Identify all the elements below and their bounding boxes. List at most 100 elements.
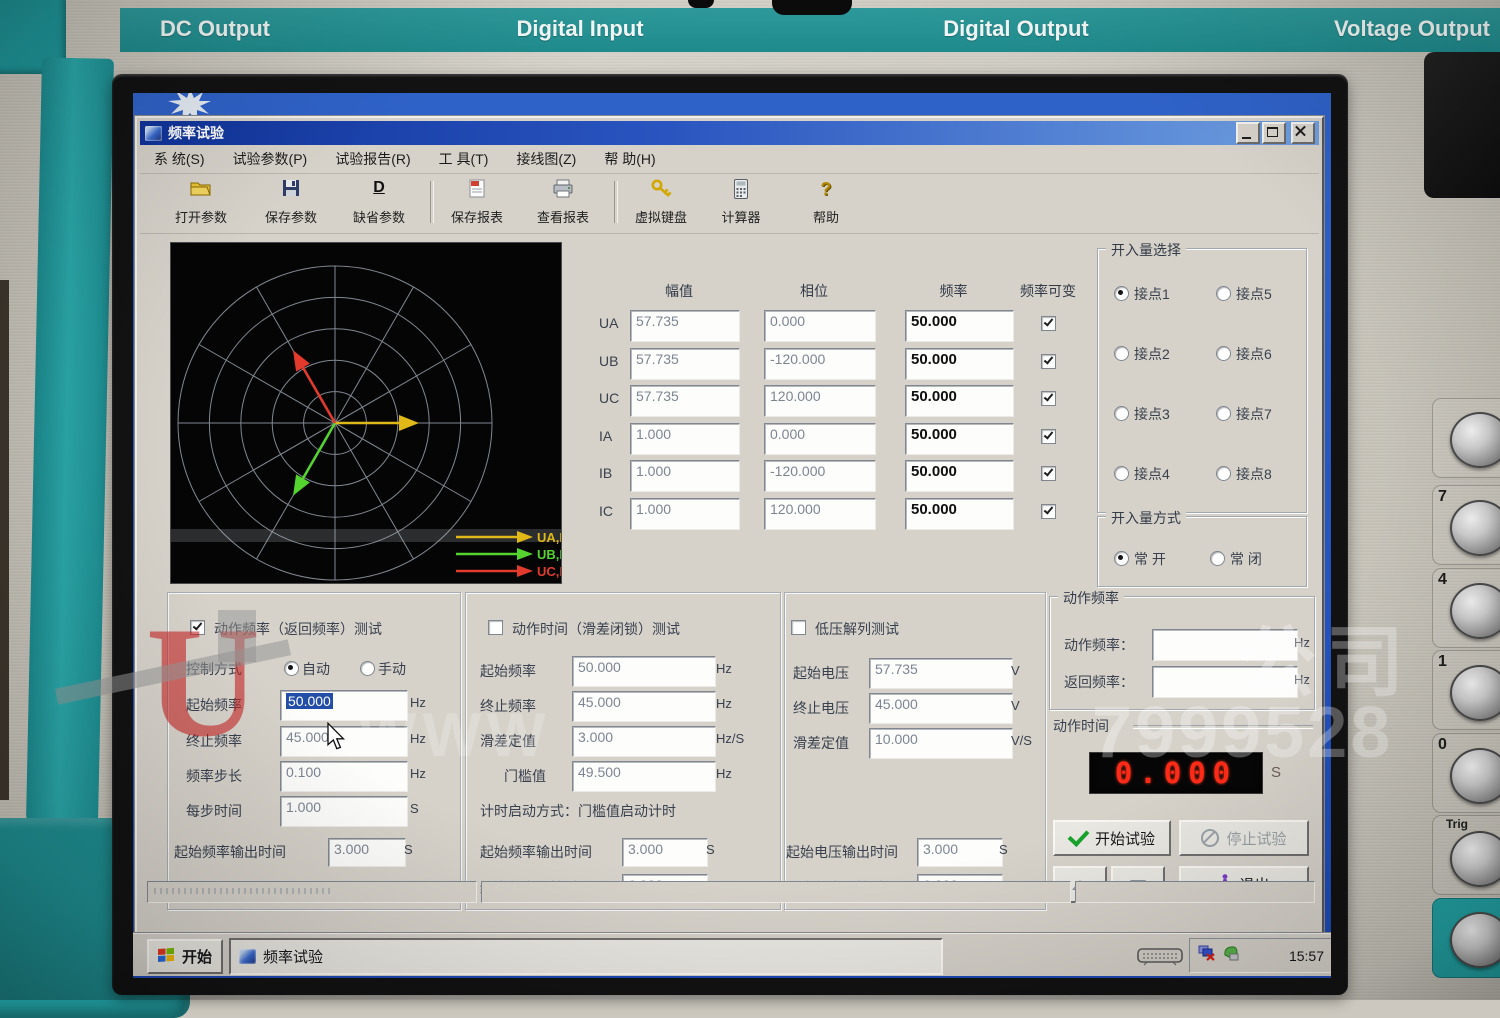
- freq-test-checkbox[interactable]: [190, 620, 205, 635]
- normally-open-radio[interactable]: [1114, 551, 1129, 566]
- action-freq-field[interactable]: [1152, 629, 1298, 661]
- panel-label-digital-output: Digital Output: [943, 16, 1088, 42]
- phasor-vector-uc: [286, 346, 342, 427]
- ib-amplitude-field[interactable]: 1.000: [630, 460, 740, 492]
- ic-freq-variable-checkbox[interactable]: [1041, 504, 1056, 519]
- ic-phase-field[interactable]: 120.000: [764, 498, 876, 530]
- t-output-time-field[interactable]: 3.000: [622, 838, 708, 867]
- contact6-radio[interactable]: [1216, 346, 1231, 361]
- menu-test-report[interactable]: 试验报告(R): [321, 146, 424, 172]
- help-button[interactable]: ? 帮助: [783, 176, 869, 230]
- virtual-keyboard-button[interactable]: 虚拟键盘: [618, 176, 704, 230]
- ub-freq-variable-checkbox[interactable]: [1041, 354, 1056, 369]
- start-voltage-field[interactable]: 57.735: [869, 658, 1013, 689]
- ub-frequency-field[interactable]: 50.000: [905, 348, 1014, 380]
- start-freq-label: 起始频率: [186, 695, 242, 715]
- time-test-checkbox[interactable]: [488, 620, 503, 635]
- keypad-label-4: 4: [1438, 571, 1447, 589]
- contact4-label: 接点4: [1134, 464, 1170, 484]
- ua-amplitude-field[interactable]: 57.735: [630, 310, 740, 342]
- start-freq-output-time-field[interactable]: 3.000: [328, 838, 406, 867]
- start-test-button[interactable]: 开始试验: [1053, 820, 1171, 856]
- contact8-radio[interactable]: [1216, 466, 1231, 481]
- legend-ub: UB,IB: [537, 547, 561, 562]
- menu-help[interactable]: 帮 助(H): [590, 146, 669, 172]
- ib-phase-field[interactable]: -120.000: [764, 460, 876, 492]
- taskbar-task-frequency-test[interactable]: 频率试验: [229, 938, 943, 975]
- threshold-label: 门槛值: [504, 766, 546, 786]
- ua-frequency-field[interactable]: 50.000: [905, 310, 1014, 342]
- calculator-button[interactable]: 计算器: [698, 176, 784, 230]
- end-voltage-field[interactable]: 45.000: [869, 693, 1013, 724]
- step-time-label: 每步时间: [186, 801, 242, 821]
- ia-freq-variable-checkbox[interactable]: [1041, 429, 1056, 444]
- default-params-button[interactable]: D 缺省参数: [336, 176, 422, 230]
- auto-label: 自动: [302, 659, 330, 679]
- ub-phase-field[interactable]: -120.000: [764, 348, 876, 380]
- end-voltage-unit: V: [1011, 698, 1020, 713]
- ic-amplitude-field[interactable]: 1.000: [630, 498, 740, 530]
- ua-freq-variable-checkbox[interactable]: [1041, 316, 1056, 331]
- ua-phase-field[interactable]: 0.000: [764, 310, 876, 342]
- menu-wiring-diagram[interactable]: 接线图(Z): [502, 146, 590, 172]
- contact7-radio[interactable]: [1216, 406, 1231, 421]
- ia-phase-field[interactable]: 0.000: [764, 423, 876, 455]
- return-freq-field[interactable]: [1152, 666, 1298, 698]
- ia-amplitude-field[interactable]: 1.000: [630, 423, 740, 455]
- threshold-field[interactable]: 49.500: [572, 761, 716, 792]
- contact1-radio[interactable]: [1114, 286, 1129, 301]
- voltage-test-checkbox[interactable]: [791, 620, 806, 635]
- ic-frequency-field[interactable]: 50.000: [905, 498, 1014, 530]
- v-slip-setting-field[interactable]: 10.000: [869, 728, 1013, 759]
- ib-freq-variable-checkbox[interactable]: [1041, 466, 1056, 481]
- open-params-button[interactable]: 打开参数: [158, 176, 244, 230]
- view-report-button[interactable]: 查看报表: [520, 176, 606, 230]
- device-tray-icon[interactable]: [1222, 945, 1239, 966]
- menu-tools[interactable]: 工 具(T): [425, 146, 503, 172]
- uc-freq-variable-checkbox[interactable]: [1041, 391, 1056, 406]
- slip-setting-field[interactable]: 3.000: [572, 726, 716, 757]
- ib-frequency-field[interactable]: 50.000: [905, 460, 1014, 492]
- contact3-radio[interactable]: [1114, 406, 1129, 421]
- close-button[interactable]: [1291, 122, 1315, 144]
- status-cell: [1075, 881, 1315, 903]
- menu-system[interactable]: 系 统(S): [140, 146, 219, 172]
- step-time-field[interactable]: 1.000: [280, 796, 408, 827]
- contact2-radio[interactable]: [1114, 346, 1129, 361]
- contact4-radio[interactable]: [1114, 466, 1129, 481]
- network-error-icon[interactable]: [1198, 945, 1216, 966]
- contact5-radio[interactable]: [1216, 286, 1231, 301]
- ub-amplitude-field[interactable]: 57.735: [630, 348, 740, 380]
- auto-radio[interactable]: [284, 661, 299, 676]
- uc-frequency-field[interactable]: 50.000: [905, 385, 1014, 417]
- t-start-freq-field[interactable]: 50.000: [572, 656, 716, 687]
- ia-frequency-field[interactable]: 50.000: [905, 423, 1014, 455]
- save-params-button[interactable]: 保存参数: [248, 176, 334, 230]
- start-freq-field[interactable]: 50.000: [280, 690, 408, 721]
- minimize-button[interactable]: [1236, 122, 1260, 144]
- t-end-freq-field[interactable]: 45.000: [572, 691, 716, 722]
- help-question-icon: ?: [821, 179, 832, 201]
- keyboard-tray-icon[interactable]: [1137, 946, 1183, 971]
- end-freq-field[interactable]: 45.000: [280, 726, 408, 757]
- open-folder-icon: [158, 179, 244, 201]
- slip-setting-unit: Hz/S: [716, 731, 744, 746]
- voltage-test-title: 低压解列测试: [815, 619, 899, 639]
- maximize-button[interactable]: [1262, 122, 1286, 144]
- uc-phase-field[interactable]: 120.000: [764, 385, 876, 417]
- save-report-button[interactable]: 保存报表: [434, 176, 520, 230]
- freq-step-field[interactable]: 0.100: [280, 761, 408, 792]
- start-freq-output-time-unit: S: [404, 842, 413, 857]
- v-output-time-field[interactable]: 3.000: [917, 838, 1003, 867]
- input-select-group: 开入量选择 接点1 接点5 接点2 接点6 接点3 接点7 接点4: [1097, 248, 1307, 513]
- step-time-unit: S: [410, 801, 419, 816]
- menu-test-params[interactable]: 试验参数(P): [219, 146, 322, 172]
- normally-closed-radio[interactable]: [1210, 551, 1225, 566]
- app-icon: [145, 126, 162, 141]
- uc-amplitude-field[interactable]: 57.735: [630, 385, 740, 417]
- start-button[interactable]: 开始: [147, 939, 223, 974]
- freq-test-title: 动作频率（返回频率）测试: [214, 619, 382, 639]
- manual-radio[interactable]: [360, 661, 375, 676]
- stop-test-button[interactable]: 停止试验: [1179, 820, 1309, 856]
- t-start-freq-unit: Hz: [716, 661, 732, 676]
